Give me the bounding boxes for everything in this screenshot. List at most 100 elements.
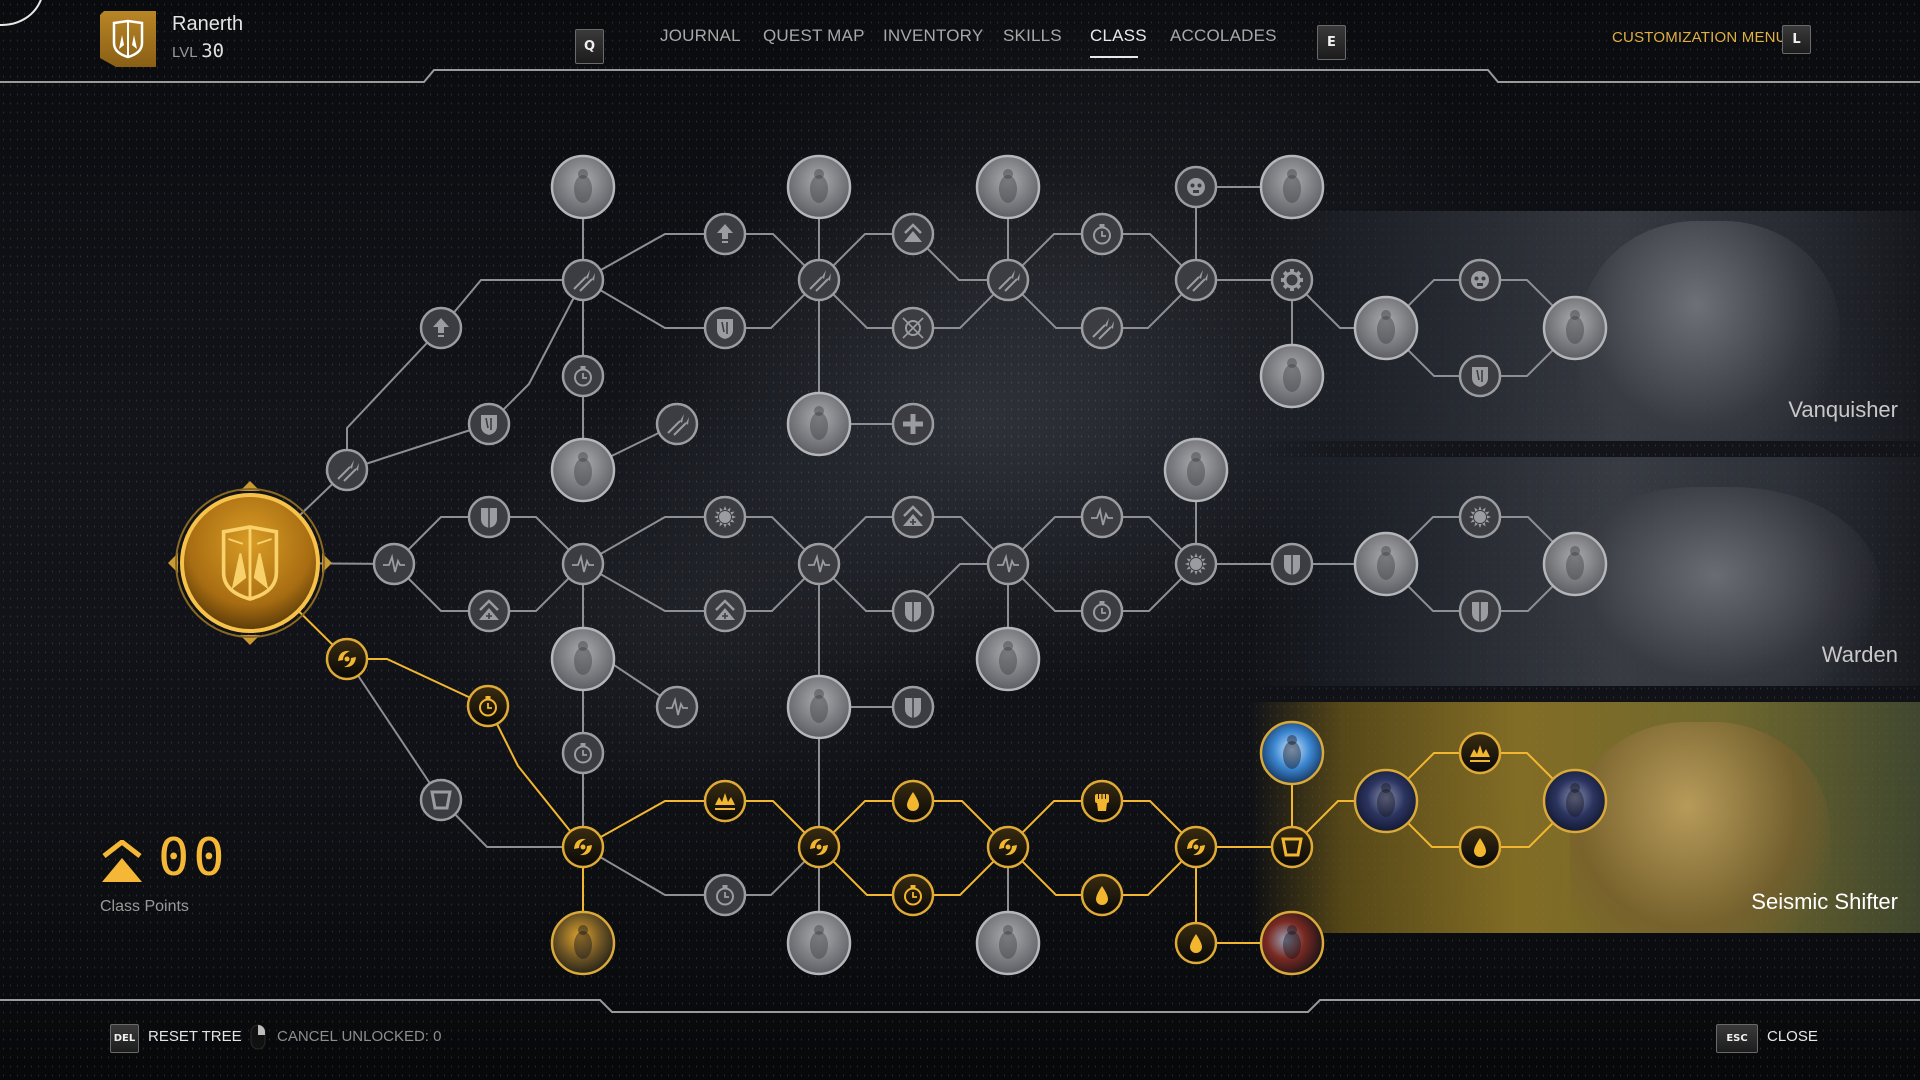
skill-node[interactable] [703,779,747,823]
skill-node[interactable] [561,825,605,869]
tree-connector [582,516,725,565]
face-icon [1471,271,1489,289]
skill-node[interactable] [325,637,369,681]
cancel-unlocked-status[interactable]: CANCEL UNLOCKED: 0 [277,1028,442,1045]
skill-node[interactable] [703,589,747,633]
skill-node[interactable] [1458,825,1502,869]
skill-node[interactable] [1458,354,1502,398]
skill-node[interactable] [786,674,852,740]
tree-connector [582,800,725,848]
skill-node[interactable] [655,685,699,729]
skill-node[interactable] [986,542,1030,586]
tree-connector [347,658,489,707]
shield-icon [905,602,921,622]
skill-node[interactable] [703,306,747,350]
skill-node[interactable] [550,154,616,220]
skill-tree [168,154,1608,976]
skill-node[interactable] [1080,306,1124,350]
skill-node[interactable] [1353,531,1419,597]
skill-node[interactable] [561,731,605,775]
skill-node[interactable] [561,542,605,586]
tree-connector [488,279,584,425]
reset-tree-key[interactable]: DEL [110,1024,139,1053]
skill-node[interactable] [467,589,511,633]
skill-node[interactable] [1259,343,1325,409]
skill-node[interactable] [891,685,935,729]
skill-node[interactable] [891,212,935,256]
skill-node[interactable] [467,495,511,539]
skill-node[interactable] [703,212,747,256]
skill-node[interactable] [975,154,1041,220]
skill-node[interactable] [986,825,1030,869]
mouse-right-click-icon [250,1024,266,1050]
skill-node[interactable] [1174,825,1218,869]
skill-node[interactable] [1270,825,1314,869]
skill-node[interactable] [1542,295,1608,361]
skill-node[interactable] [797,825,841,869]
skill-node[interactable] [1353,768,1419,834]
tree-connector [346,658,442,801]
skill-node[interactable] [550,910,616,976]
skill-node[interactable] [1080,495,1124,539]
skill-node[interactable] [975,626,1041,692]
shield-icon [1472,602,1488,622]
skill-node[interactable] [1174,165,1218,209]
skill-node[interactable] [703,873,747,917]
skill-node[interactable] [1174,921,1218,965]
skill-node[interactable] [1458,258,1502,302]
skill-node[interactable] [891,589,935,633]
skill-node[interactable] [561,258,605,302]
tree-connector [487,705,584,848]
tree-connector [346,423,490,471]
skill-node[interactable] [655,402,699,446]
skill-node[interactable] [797,542,841,586]
skill-node[interactable] [1080,873,1124,917]
skill-node[interactable] [419,306,463,350]
skill-node[interactable] [1174,258,1218,302]
skill-node[interactable] [786,391,852,457]
skill-node[interactable] [1458,589,1502,633]
skill-node[interactable] [325,448,369,492]
skill-node[interactable] [550,437,616,503]
skill-node[interactable] [891,873,935,917]
skill-node[interactable] [466,684,510,728]
skill-node[interactable] [986,258,1030,302]
skill-node[interactable] [550,626,616,692]
tree-connector [582,846,725,896]
skill-node[interactable] [797,258,841,302]
skill-node[interactable] [372,542,416,586]
close-key[interactable]: ESC [1716,1024,1758,1053]
reset-tree-button[interactable]: RESET TREE [148,1028,242,1045]
skill-node[interactable] [419,778,463,822]
skill-node[interactable] [1458,495,1502,539]
skill-node[interactable] [975,910,1041,976]
skill-node[interactable] [1080,779,1124,823]
skill-node[interactable] [786,154,852,220]
skill-node[interactable] [1259,154,1325,220]
skill-node[interactable] [1542,531,1608,597]
skill-node[interactable] [1542,768,1608,834]
skill-node[interactable] [891,402,935,446]
skill-node[interactable] [1259,910,1325,976]
skill-node[interactable] [1080,589,1124,633]
skill-node[interactable] [1270,258,1314,302]
tree-connector [346,327,442,470]
skill-node[interactable] [891,495,935,539]
close-button[interactable]: CLOSE [1767,1028,1818,1045]
skill-node[interactable] [467,402,511,446]
skill-node[interactable] [1259,720,1325,786]
class-points-value: 00 [158,828,229,888]
skill-node[interactable] [1458,731,1502,775]
skill-node[interactable] [891,779,935,823]
skill-node[interactable] [1353,295,1419,361]
skill-node[interactable] [703,495,747,539]
skill-node[interactable] [1163,437,1229,503]
skill-node[interactable] [561,354,605,398]
skill-node[interactable] [786,910,852,976]
crosshair-icon [902,317,924,339]
skill-node[interactable] [1080,212,1124,256]
claw-shield-icon [1472,367,1488,387]
skill-node[interactable] [1270,542,1314,586]
skill-node[interactable] [1174,542,1218,586]
skill-node[interactable] [891,306,935,350]
